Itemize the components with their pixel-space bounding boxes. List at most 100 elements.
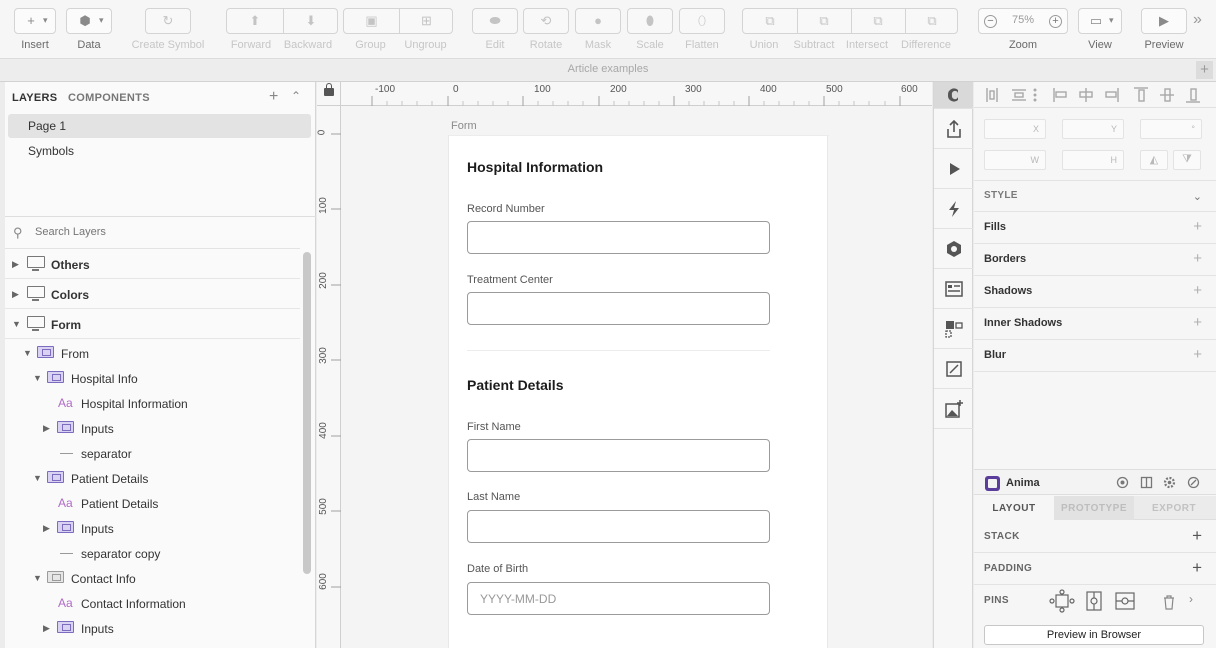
layer-patient-details[interactable]: ▼ Patient Details xyxy=(5,466,300,491)
component-button[interactable] xyxy=(934,229,973,269)
last-name-field[interactable] xyxy=(467,510,770,543)
layer-contact-information-text[interactable]: Aa Contact Information xyxy=(5,591,300,616)
chevron-up-icon[interactable]: ⌃ xyxy=(291,89,301,103)
preview-tool[interactable]: ▶ Preview xyxy=(1140,8,1188,54)
resize-button[interactable] xyxy=(934,349,973,389)
lock-icon[interactable] xyxy=(324,83,334,96)
first-name-field[interactable] xyxy=(467,439,770,472)
disclosure-down-icon[interactable]: ▼ xyxy=(12,319,21,329)
layer-contact-info[interactable]: ▼ Contact Info xyxy=(5,566,300,591)
layer-patient-details-text[interactable]: Aa Patient Details xyxy=(5,491,300,516)
preview-in-browser-button[interactable]: Preview in Browser xyxy=(984,625,1204,645)
zoom-control[interactable]: − 75% + xyxy=(978,8,1068,34)
more-icon[interactable]: » xyxy=(1193,11,1202,29)
canvas[interactable]: -100 0 100 200 300 400 500 600 0 100 200… xyxy=(317,82,932,648)
new-tab-button[interactable]: + xyxy=(1196,61,1213,79)
tab-layout[interactable]: LAYOUT xyxy=(974,496,1054,520)
data-button[interactable]: ⬢ ▾ xyxy=(66,8,112,34)
tab-prototype[interactable]: PROTOTYPE xyxy=(1054,496,1134,520)
anima-toggle-button[interactable] xyxy=(934,82,973,109)
flatten-button[interactable]: ⬯ xyxy=(679,8,725,34)
x-field[interactable]: X xyxy=(984,119,1046,139)
boolean-buttons[interactable]: ⧉ ⧉ ⧉ ⧉ xyxy=(742,8,958,34)
disclosure-down-icon[interactable]: ▼ xyxy=(33,373,42,383)
page-item-symbols[interactable]: Symbols xyxy=(8,139,311,163)
chevron-right-icon[interactable]: › xyxy=(1189,592,1193,606)
add-border-button[interactable]: + xyxy=(1193,250,1202,267)
blur-section[interactable]: Blur + xyxy=(974,340,1216,372)
layer-others[interactable]: ▶ Others xyxy=(5,249,300,279)
artboard-name[interactable]: Form xyxy=(451,120,477,132)
insert-button[interactable]: + ▾ xyxy=(14,8,56,34)
rotate-tool[interactable]: ⟲ Rotate xyxy=(523,8,569,54)
edit-tool[interactable]: ⬬ Edit xyxy=(472,8,518,54)
play-button[interactable] xyxy=(934,149,973,189)
add-inner-shadow-button[interactable]: + xyxy=(1193,314,1202,331)
disclosure-right-icon[interactable]: ▶ xyxy=(12,289,19,300)
disclosure-down-icon[interactable]: ▼ xyxy=(33,473,42,483)
layer-inputs[interactable]: ▶ Inputs xyxy=(5,416,300,441)
layer-separator-copy[interactable]: separator copy xyxy=(5,541,300,566)
layers-scrollbar[interactable] xyxy=(303,252,311,574)
arrange-buttons[interactable]: ⬆ ⬇ xyxy=(226,8,338,34)
pin-vertical-icon[interactable] xyxy=(1084,589,1104,613)
target-icon[interactable] xyxy=(1116,476,1129,489)
zoom-in-button[interactable]: + xyxy=(1049,15,1062,28)
page-item-page-1[interactable]: Page 1 xyxy=(8,114,311,138)
scale-button[interactable]: ⬮ xyxy=(627,8,673,34)
scale-tool[interactable]: ⬮ Scale xyxy=(627,8,673,54)
view-button[interactable]: ▭ ▾ xyxy=(1078,8,1122,34)
book-icon[interactable] xyxy=(1140,476,1153,489)
add-page-icon[interactable]: + xyxy=(269,88,278,106)
disclosure-right-icon[interactable]: ▶ xyxy=(43,423,50,434)
width-field[interactable]: W xyxy=(984,150,1046,170)
breakpoints-button[interactable] xyxy=(934,309,973,349)
flip-vertical-button[interactable]: ⧩ xyxy=(1173,150,1201,170)
group-tool[interactable]: ▣ ⊞ Group Ungroup xyxy=(343,8,453,54)
treatment-center-field[interactable] xyxy=(467,292,770,325)
trash-icon[interactable] xyxy=(1162,594,1176,610)
add-padding-button[interactable]: + xyxy=(1192,558,1202,578)
boolean-tool[interactable]: ⧉ ⧉ ⧉ ⧉ Union Subtract Intersect Differe… xyxy=(742,8,958,54)
padding-section[interactable]: PADDING + xyxy=(974,553,1216,585)
flash-button[interactable] xyxy=(934,189,973,229)
flatten-tool[interactable]: ⬯ Flatten xyxy=(679,8,725,54)
gear-icon[interactable] xyxy=(1163,476,1176,489)
create-symbol-button[interactable]: ↻ xyxy=(145,8,191,34)
layer-from[interactable]: ▼ From xyxy=(5,341,300,366)
ruler-corner[interactable] xyxy=(317,82,341,106)
disclosure-right-icon[interactable]: ▶ xyxy=(43,623,50,634)
mask-tool[interactable]: ● Mask xyxy=(575,8,621,54)
rotation-field[interactable]: ° xyxy=(1140,119,1202,139)
style-header[interactable]: STYLE ⌄ xyxy=(974,180,1216,212)
disclosure-down-icon[interactable]: ▼ xyxy=(33,573,42,583)
layer-inputs[interactable]: ▶ Inputs xyxy=(5,616,300,641)
insert-tool[interactable]: + ▾ Insert xyxy=(14,8,56,54)
add-shadow-button[interactable]: + xyxy=(1193,282,1202,299)
layer-separator[interactable]: separator xyxy=(5,441,300,466)
edit-button[interactable]: ⬬ xyxy=(472,8,518,34)
preview-button[interactable]: ▶ xyxy=(1141,8,1187,34)
disclosure-right-icon[interactable]: ▶ xyxy=(12,259,19,270)
stack-section[interactable]: STACK + xyxy=(974,521,1216,553)
flip-horizontal-button[interactable]: ◭ xyxy=(1140,150,1168,170)
layer-form[interactable]: ▼ Form xyxy=(5,309,300,339)
inner-shadows-section[interactable]: Inner Shadows + xyxy=(974,308,1216,340)
logout-icon[interactable] xyxy=(1187,476,1200,489)
layer-hospital-information-text[interactable]: Aa Hospital Information xyxy=(5,391,300,416)
layer-colors[interactable]: ▶ Colors xyxy=(5,279,300,309)
disclosure-right-icon[interactable]: ▶ xyxy=(43,523,50,534)
create-symbol-tool[interactable]: ↻ Create Symbol xyxy=(128,8,208,54)
shadows-section[interactable]: Shadows + xyxy=(974,276,1216,308)
dob-field[interactable]: YYYY-MM-DD xyxy=(467,582,770,615)
tab-layers[interactable]: LAYERS xyxy=(12,92,57,104)
add-stack-button[interactable]: + xyxy=(1192,526,1202,546)
arrange-tool[interactable]: ⬆ ⬇ Forward Backward xyxy=(226,8,338,54)
zoom-tool[interactable]: − 75% + Zoom xyxy=(978,8,1068,54)
tab-export[interactable]: EXPORT xyxy=(1134,496,1214,520)
artboard-form[interactable]: Hospital Information Record Number Treat… xyxy=(448,135,829,648)
layer-inputs[interactable]: ▶ Inputs xyxy=(5,516,300,541)
tab-components[interactable]: COMPONENTS xyxy=(68,92,150,104)
search-input[interactable] xyxy=(35,226,295,238)
add-blur-button[interactable]: + xyxy=(1193,346,1202,363)
